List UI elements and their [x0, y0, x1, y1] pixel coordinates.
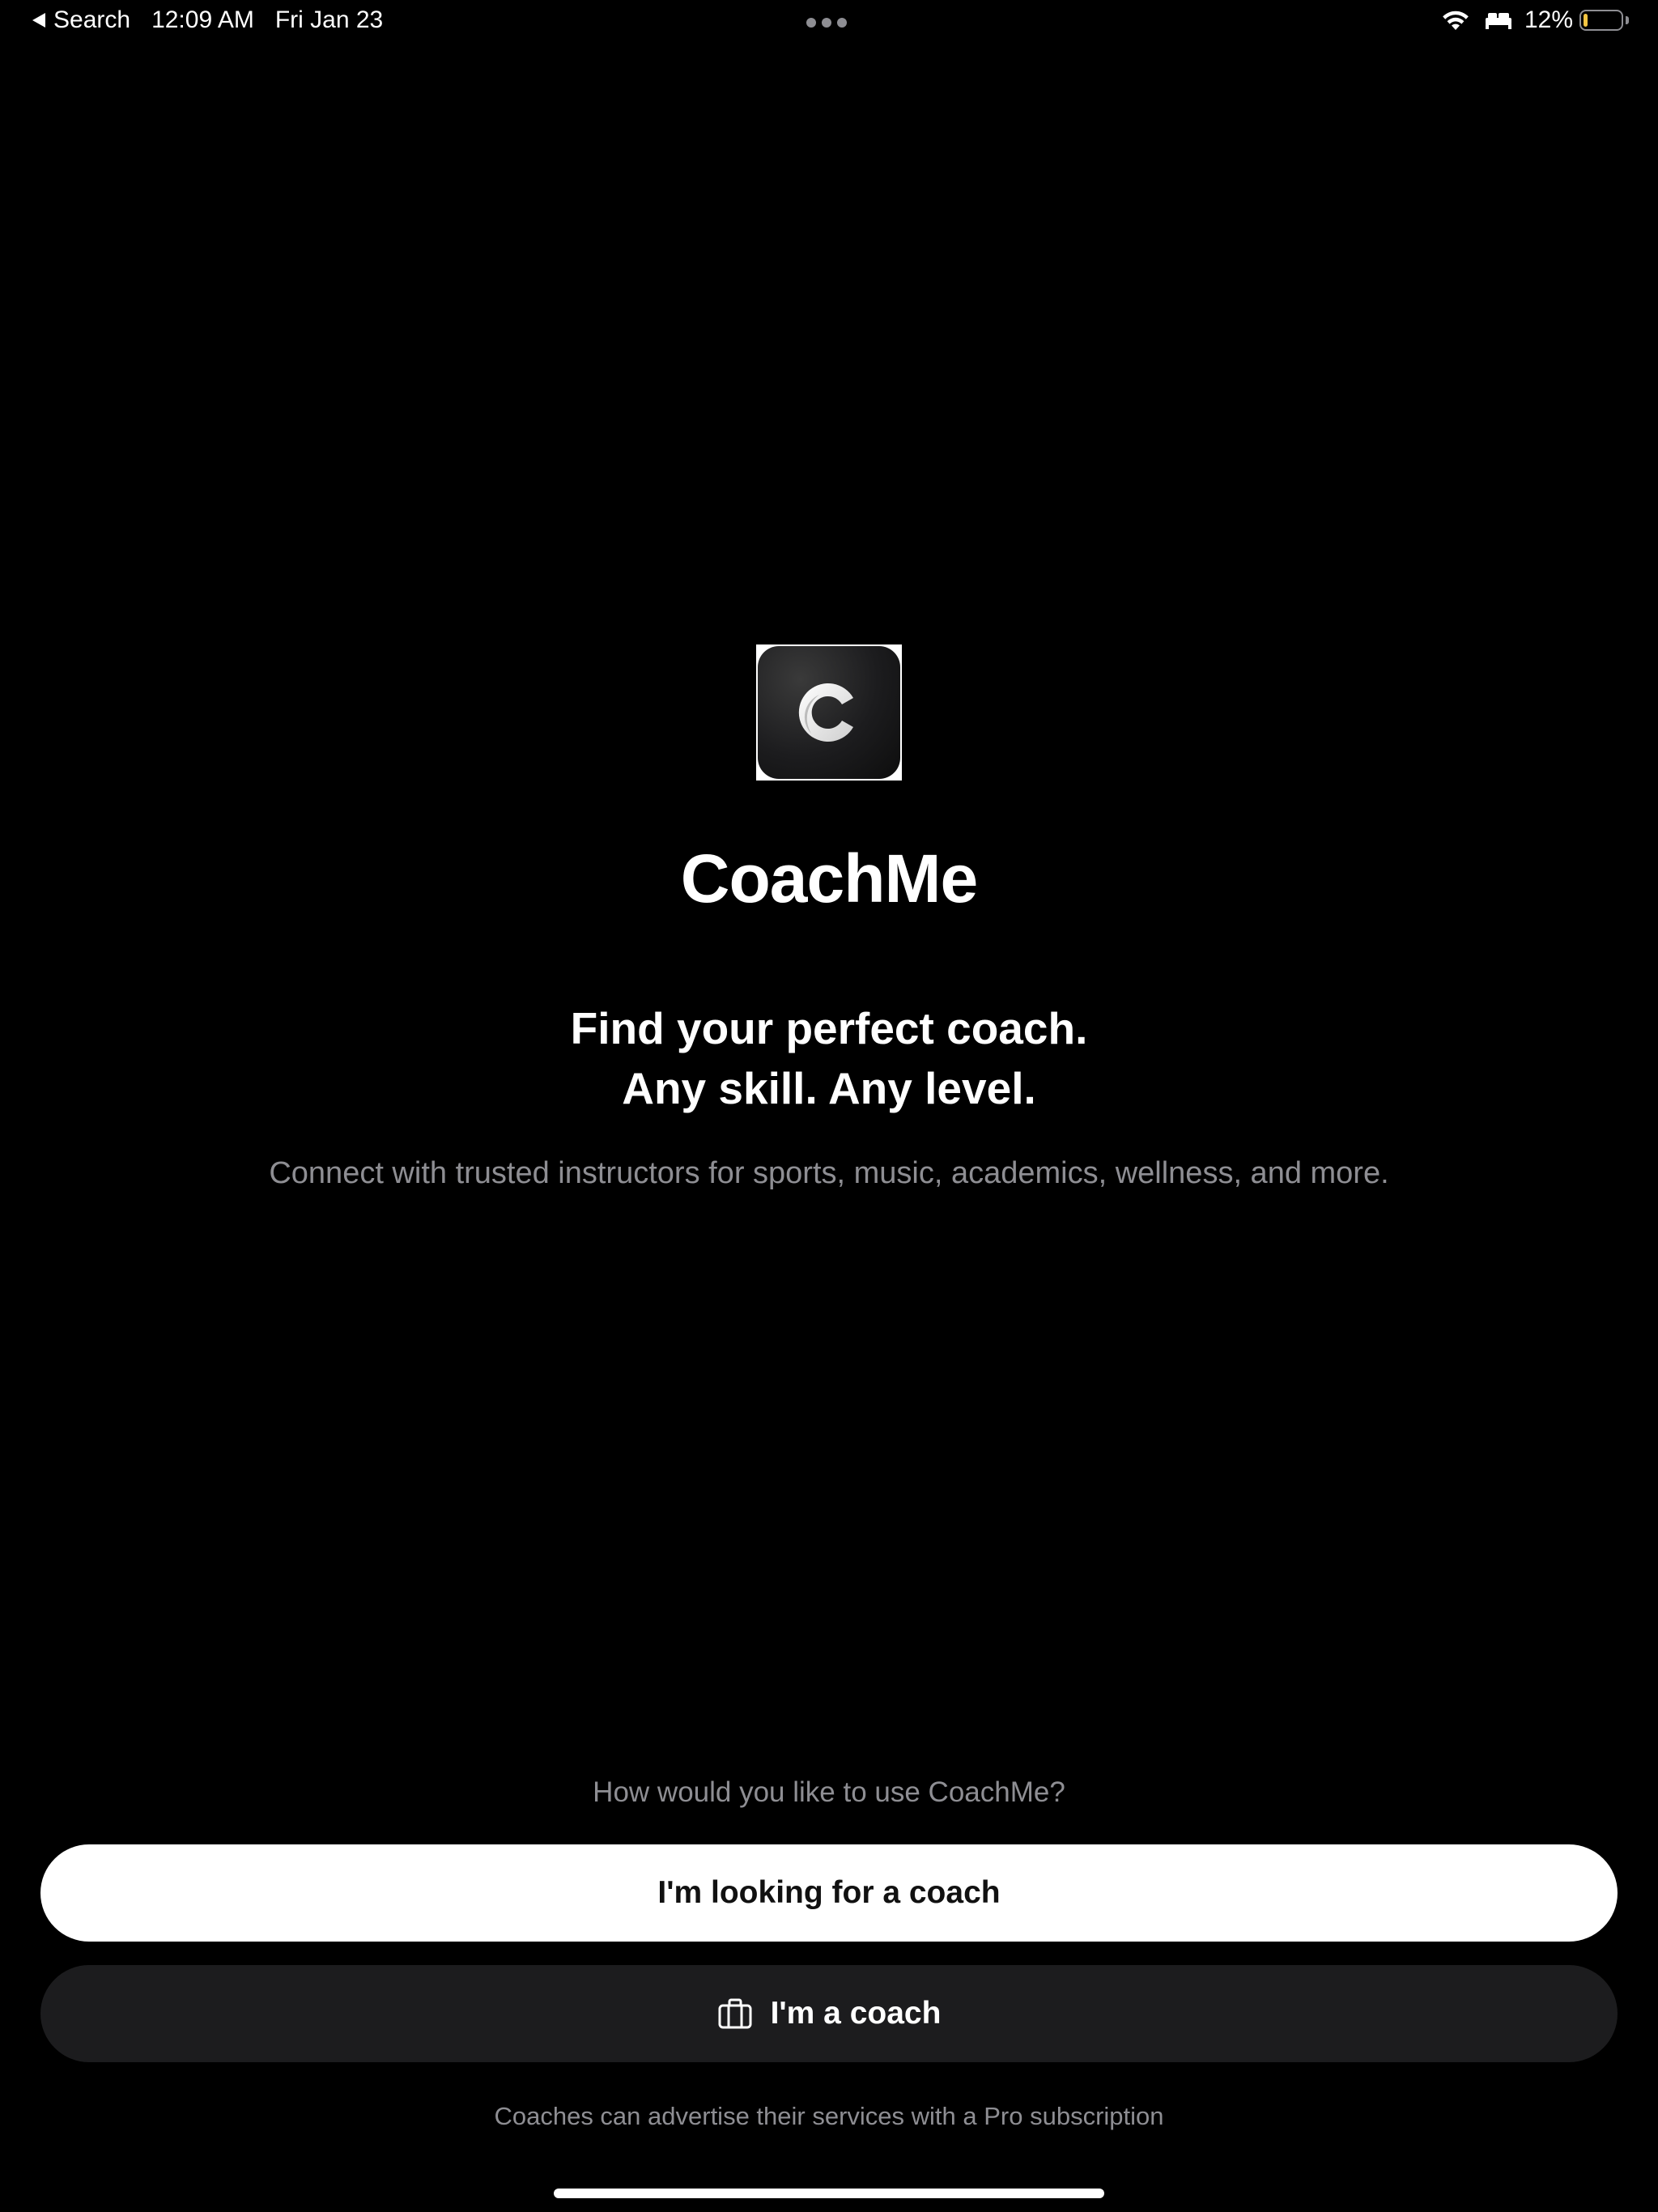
status-bar-left: Search 12:09 AM Fri Jan 23 — [32, 6, 383, 34]
headline-line-2: Any skill. Any level. — [622, 1063, 1036, 1113]
battery-level-fill — [1584, 14, 1588, 27]
im-a-coach-button[interactable]: I'm a coach — [40, 1965, 1618, 2062]
battery-icon — [1579, 10, 1623, 31]
looking-for-coach-label: I'm looking for a coach — [657, 1875, 1001, 1910]
briefcase-icon — [717, 1997, 753, 2030]
looking-for-coach-button[interactable]: I'm looking for a coach — [40, 1844, 1618, 1942]
coachme-c-logo-icon — [756, 644, 902, 781]
status-time: 12:09 AM — [151, 6, 254, 33]
subtitle: Connect with trusted instructors for spo… — [269, 1156, 1389, 1190]
back-arrow-icon[interactable] — [32, 13, 45, 28]
app-name: CoachMe — [680, 840, 978, 917]
back-to-search-link[interactable]: Search — [53, 6, 130, 34]
status-date: Fri Jan 23 — [274, 6, 384, 33]
battery-tip — [1626, 16, 1629, 24]
wifi-icon — [1440, 9, 1471, 32]
multitask-dots-icon[interactable] — [806, 18, 847, 28]
headline-line-1: Find your perfect coach. — [570, 1003, 1088, 1053]
pro-subscription-note: Coaches can advertise their services wit… — [494, 2102, 1164, 2130]
sleep-bed-icon — [1484, 10, 1513, 31]
home-indicator[interactable] — [554, 2189, 1104, 2198]
im-a-coach-label: I'm a coach — [770, 1996, 942, 2031]
usage-question: How would you like to use CoachMe? — [593, 1776, 1065, 1808]
status-bar: Search 12:09 AM Fri Jan 23 12% — [0, 0, 1658, 45]
status-bar-right: 12% — [1440, 6, 1629, 34]
battery-percent: 12% — [1524, 6, 1573, 33]
